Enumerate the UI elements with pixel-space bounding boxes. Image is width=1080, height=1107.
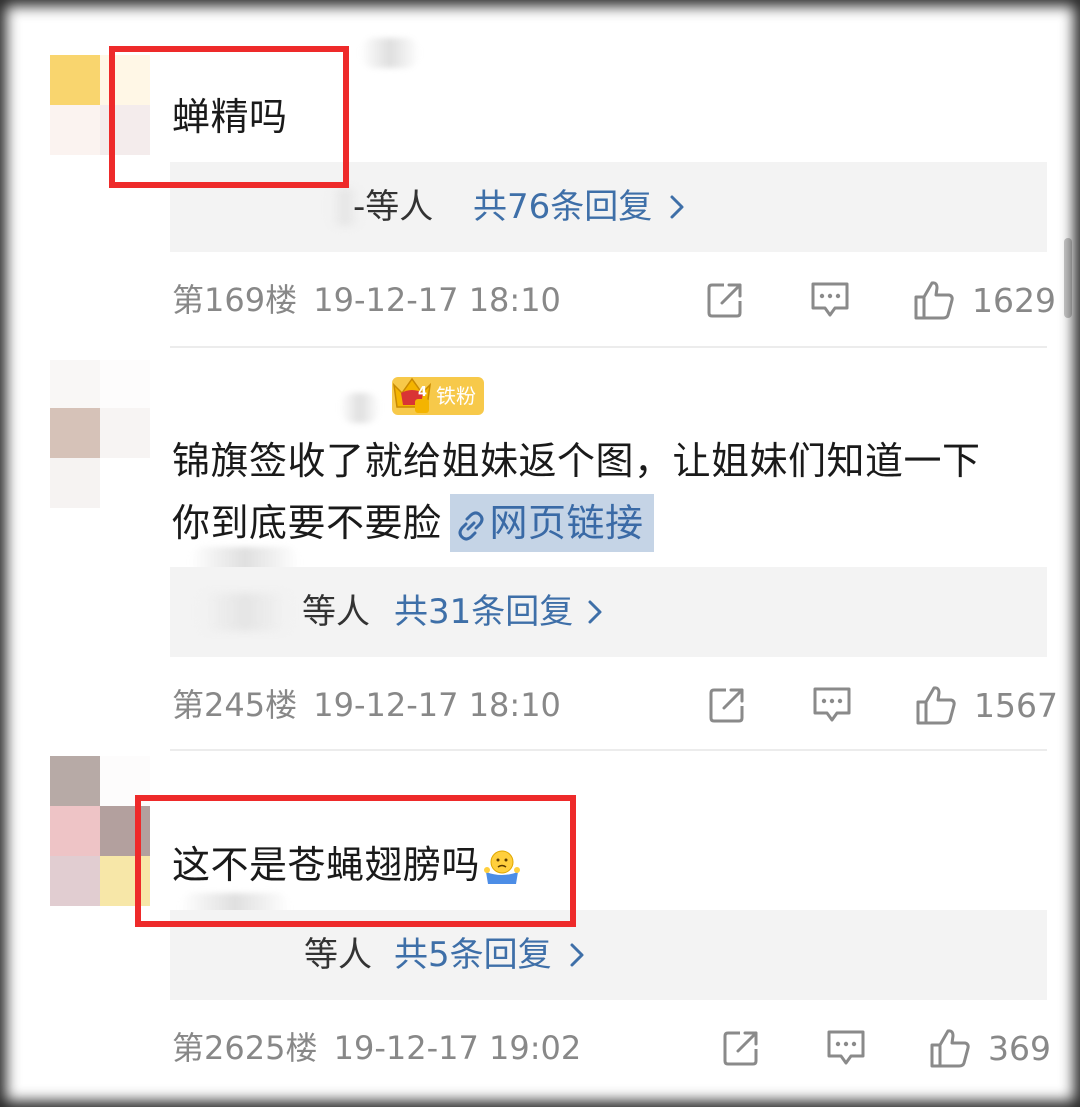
web-link[interactable]: 网页链接 (449, 494, 654, 552)
like-button[interactable]: 1629 (912, 270, 1056, 330)
avatar[interactable] (50, 360, 150, 510)
share-icon (723, 1031, 758, 1066)
avatar-pixel (50, 360, 100, 410)
divider (170, 749, 1047, 751)
thumbs-up-icon (916, 686, 956, 725)
thumbs-up-icon (930, 1029, 970, 1068)
like-count: 369 (988, 1028, 1051, 1068)
chevron-right-icon (570, 943, 584, 967)
reply-count-link[interactable]: 共31条回复 (394, 567, 573, 657)
action-bar: 369 (0, 1018, 1080, 1078)
like-button[interactable]: 1567 (914, 675, 1058, 735)
avatar-pixel (50, 55, 100, 105)
share-button[interactable] (720, 1018, 762, 1078)
avatar-pixel (50, 408, 100, 458)
avatar-pixel (100, 408, 150, 458)
badge-label: 铁粉 (436, 384, 476, 408)
link-icon (458, 511, 484, 540)
username-blurred[interactable] (360, 38, 420, 68)
reply-users: 等人 (302, 592, 370, 632)
highlight-box (109, 46, 349, 188)
comment-text-line-2: 你到底要不要脸 网页链接 (172, 492, 981, 554)
like-count: 1629 (972, 280, 1056, 320)
comment-text-line: 锦旗签收了就给姐妹返个图，让姐妹们知道一下 (172, 439, 981, 483)
scrollbar[interactable] (1064, 238, 1072, 318)
action-bar: 1567 (0, 675, 1080, 735)
comment-button[interactable] (810, 675, 854, 735)
avatar-pixel (50, 105, 100, 155)
avatar-pixel (50, 806, 100, 856)
reply-preview[interactable]: 等人 共31条回复 (170, 567, 1047, 657)
chevron-right-icon (588, 600, 602, 624)
comment-text: 锦旗签收了就给姐妹返个图，让姐妹们知道一下 你到底要不要脸 网页链接 (172, 430, 981, 554)
comment-button[interactable] (824, 1018, 868, 1078)
like-count: 1567 (974, 685, 1058, 725)
badge-level: 4 (418, 385, 428, 400)
like-button[interactable]: 369 (928, 1018, 1051, 1078)
thumbs-up-icon (914, 281, 954, 320)
comment-icon (811, 282, 849, 317)
highlight-box (135, 795, 576, 927)
username-blurred[interactable] (340, 393, 380, 423)
comment-icon (813, 687, 851, 722)
action-bar: 1629 (0, 270, 1080, 330)
comment-icon (827, 1030, 865, 1065)
avatar-pixel (50, 756, 100, 806)
crown-icon (392, 377, 432, 413)
share-icon (707, 283, 742, 318)
fan-badge[interactable]: 4 铁粉 (392, 377, 484, 415)
reply-count-link[interactable]: 共76条回复 (473, 162, 652, 252)
divider (170, 346, 1047, 348)
avatar-pixel (50, 458, 100, 508)
share-icon (709, 688, 744, 723)
web-link-label: 网页链接 (489, 501, 644, 545)
avatar-pixel (50, 856, 100, 906)
chevron-right-icon (670, 195, 684, 219)
avatar-pixel (100, 360, 150, 410)
comment-button[interactable] (808, 270, 852, 330)
share-button[interactable] (704, 270, 746, 330)
comment-text-line: 你到底要不要脸 (172, 501, 442, 545)
reply-users: -等人 (353, 187, 434, 227)
share-button[interactable] (706, 675, 748, 735)
